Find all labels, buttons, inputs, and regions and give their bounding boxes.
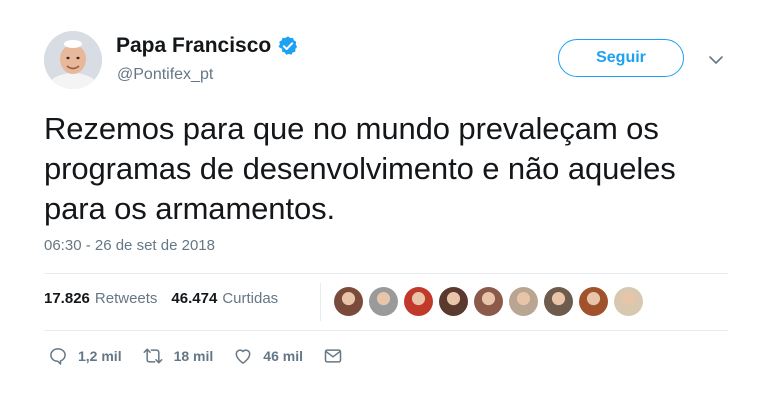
stats-separator — [320, 283, 321, 321]
liker-avatar[interactable] — [404, 287, 433, 316]
retweets-count: 17.826 — [44, 290, 90, 307]
author-name-row: Papa Francisco — [116, 34, 299, 58]
liker-avatars — [334, 287, 649, 316]
envelope-icon — [324, 349, 342, 363]
retweets-stat[interactable]: 17.826 Retweets — [44, 290, 157, 307]
liker-avatar[interactable] — [439, 287, 468, 316]
likes-label: Curtidas — [222, 290, 279, 307]
tweet-card: Papa Francisco @Pontifex_pt Seguir Rezem… — [0, 0, 768, 401]
chevron-down-icon[interactable] — [707, 53, 725, 67]
retweets-label: Retweets — [94, 290, 158, 307]
retweet-count: 18 mil — [173, 348, 214, 364]
follow-button[interactable]: Seguir — [558, 39, 684, 77]
likes-stat[interactable]: 46.474 Curtidas — [171, 290, 278, 307]
liker-avatar[interactable] — [474, 287, 503, 316]
pope-avatar-image — [44, 31, 102, 89]
direct-message-button[interactable] — [323, 346, 343, 366]
liker-avatar[interactable] — [509, 287, 538, 316]
engagement-stats: 17.826 Retweets 46.474 Curtidas — [44, 290, 278, 307]
reply-button[interactable]: 1,2 mil — [48, 346, 122, 366]
liker-avatar[interactable] — [614, 287, 643, 316]
retweet-button[interactable]: 18 mil — [142, 346, 214, 366]
liker-avatar[interactable] — [369, 287, 398, 316]
tweet-actions: 1,2 mil 18 mil 46 mil — [48, 346, 363, 366]
avatar[interactable] — [44, 31, 102, 89]
liker-avatar[interactable] — [334, 287, 363, 316]
liker-avatar[interactable] — [579, 287, 608, 316]
like-count: 46 mil — [263, 348, 303, 364]
author-name[interactable]: Papa Francisco — [116, 34, 271, 58]
tweet-text: Rezemos para que no mundo prevaleçam os … — [44, 111, 676, 226]
like-button[interactable]: 46 mil — [233, 346, 303, 366]
tweet-timestamp[interactable]: 06:30 - 26 de set de 2018 — [44, 237, 215, 254]
divider-top — [44, 273, 728, 274]
verified-badge-icon — [277, 35, 299, 57]
reply-count: 1,2 mil — [78, 348, 122, 364]
likes-count: 46.474 — [171, 290, 218, 307]
heart-icon — [235, 349, 251, 364]
reply-icon — [50, 348, 66, 365]
liker-avatar[interactable] — [544, 287, 573, 316]
divider-bottom — [44, 330, 728, 331]
retweet-icon — [143, 348, 163, 364]
author-handle[interactable]: @Pontifex_pt — [117, 66, 213, 84]
